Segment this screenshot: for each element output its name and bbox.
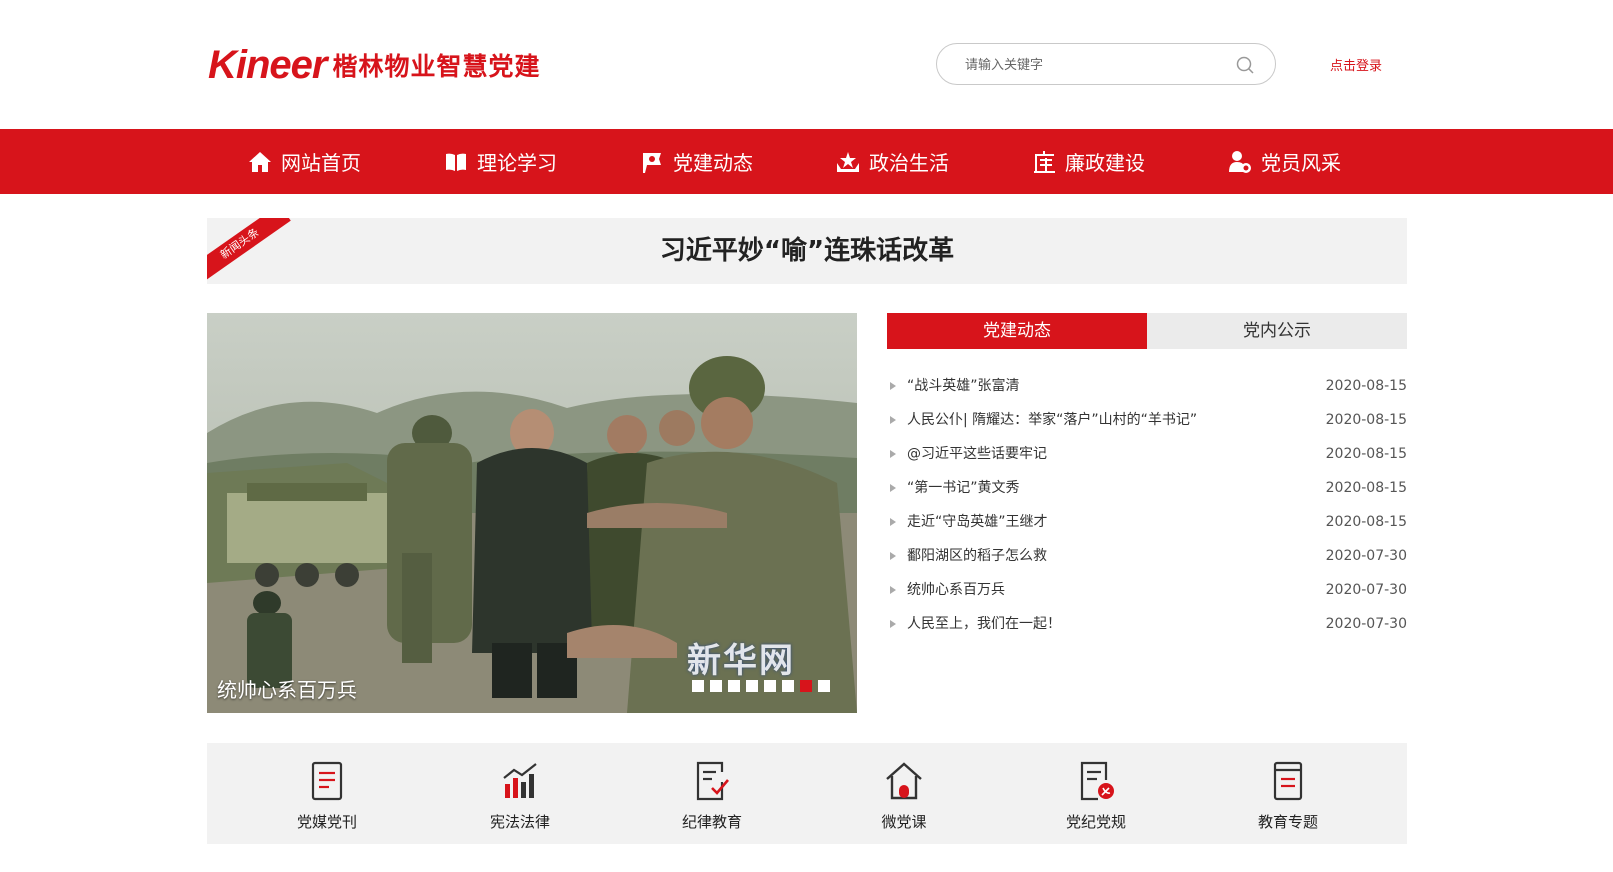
nav-item-label: 廉政建设	[1065, 151, 1145, 175]
headline-banner: 新闻头条 习近平妙“喻”连珠话改革	[207, 218, 1407, 284]
carousel-dot[interactable]	[746, 680, 758, 692]
carousel-dot[interactable]	[800, 680, 812, 692]
bullet-triangle-icon	[890, 416, 896, 424]
home-icon	[249, 151, 271, 172]
category-icon-bar: 党媒党刊 宪法法律 纪律教育 微党课 党纪党规 教育专题	[207, 743, 1407, 844]
carousel-dots	[692, 680, 830, 692]
house-icon	[886, 762, 922, 800]
news-title[interactable]: “战斗英雄”张富清	[907, 369, 1020, 403]
document-icon	[311, 761, 343, 801]
search-box	[936, 43, 1276, 85]
tab-party-notices[interactable]: 党内公示	[1147, 313, 1407, 349]
carousel-watermark: 新华网	[687, 641, 795, 681]
category-party-rules[interactable]: 党纪党规	[1036, 743, 1156, 844]
nav-item-label: 党员风采	[1261, 151, 1341, 175]
category-micro-party-class[interactable]: 微党课	[844, 743, 964, 844]
nav-item-theory[interactable]: 理论学习	[443, 129, 557, 194]
carousel-dot[interactable]	[818, 680, 830, 692]
headline-title[interactable]: 习近平妙“喻”连珠话改革	[207, 218, 1407, 284]
nav-item-label: 理论学习	[477, 151, 557, 175]
nav-item-party-news[interactable]: 党建动态	[639, 129, 753, 194]
nav-item-political-life[interactable]: 政治生活	[835, 129, 949, 194]
list-item[interactable]: 鄱阳湖区的稻子怎么救 2020-07-30	[887, 539, 1407, 573]
news-date: 2020-08-15	[1325, 514, 1407, 530]
category-label: 教育专题	[1257, 813, 1318, 831]
search-icon[interactable]	[1235, 55, 1255, 75]
category-education-topics[interactable]: 教育专题	[1228, 743, 1348, 844]
bullet-triangle-icon	[890, 586, 896, 594]
nav-item-members[interactable]: 党员风采	[1227, 129, 1341, 194]
news-title[interactable]: “第一书记”黄文秀	[907, 471, 1020, 505]
category-party-media[interactable]: 党媒党刊	[267, 743, 387, 844]
bullet-triangle-icon	[890, 518, 896, 526]
list-item[interactable]: @习近平这些话要牢记 2020-08-15	[887, 437, 1407, 471]
list-item[interactable]: “战斗英雄”张富清 2020-08-15	[887, 369, 1407, 403]
news-date: 2020-07-30	[1325, 616, 1407, 632]
site-header: Kineer 楷林物业智慧党建 点击登录	[0, 0, 1613, 129]
news-date: 2020-08-15	[1325, 412, 1407, 428]
news-title[interactable]: 人民公仆| 隋耀达：举家“落户”山村的“羊书记”	[907, 403, 1197, 437]
login-link[interactable]: 点击登录	[1330, 55, 1382, 74]
site-logo[interactable]: Kineer 楷林物业智慧党建	[208, 42, 541, 87]
bullet-triangle-icon	[890, 484, 896, 492]
list-item[interactable]: 走近“守岛英雄”王继才 2020-08-15	[887, 505, 1407, 539]
news-tabs: 党建动态 党内公示	[887, 313, 1407, 349]
carousel-dot[interactable]	[710, 680, 722, 692]
news-date: 2020-08-15	[1325, 446, 1407, 462]
news-date: 2020-07-30	[1325, 582, 1407, 598]
category-label: 党媒党刊	[296, 813, 357, 831]
nav-item-home[interactable]: 网站首页	[247, 129, 361, 194]
party-flag-icon	[643, 152, 661, 173]
category-discipline-education[interactable]: 纪律教育	[652, 743, 772, 844]
bar-chart-icon	[503, 763, 537, 798]
tab-party-news[interactable]: 党建动态	[887, 313, 1147, 349]
category-constitution-law[interactable]: 宪法法律	[460, 743, 580, 844]
list-item[interactable]: 人民公仆| 隋耀达：举家“落户”山村的“羊书记” 2020-08-15	[887, 403, 1407, 437]
nav-item-label: 政治生活	[869, 151, 949, 175]
carousel-dot[interactable]	[692, 680, 704, 692]
party-document-icon	[1080, 761, 1114, 801]
nav-item-label: 网站首页	[281, 151, 361, 175]
book-icon	[446, 153, 466, 171]
main-nav: 网站首页 理论学习 党建动态 政治生活 廉政建设 党员风采	[0, 129, 1613, 194]
list-item[interactable]: 统帅心系百万兵 2020-07-30	[887, 573, 1407, 607]
search-input[interactable]	[965, 54, 1215, 76]
news-date: 2020-08-15	[1325, 480, 1407, 496]
bullet-triangle-icon	[890, 620, 896, 628]
news-title[interactable]: @习近平这些话要牢记	[907, 437, 1047, 471]
carousel-dot[interactable]	[764, 680, 776, 692]
nav-item-integrity[interactable]: 廉政建设	[1031, 129, 1145, 194]
news-date: 2020-08-15	[1325, 378, 1407, 394]
list-item[interactable]: “第一书记”黄文秀 2020-08-15	[887, 471, 1407, 505]
carousel-dot[interactable]	[782, 680, 794, 692]
member-badge-icon	[1229, 150, 1251, 173]
news-date: 2020-07-30	[1325, 548, 1407, 564]
category-label: 党纪党规	[1065, 813, 1126, 831]
news-title[interactable]: 鄱阳湖区的稻子怎么救	[907, 539, 1047, 573]
news-title[interactable]: 走近“守岛英雄”王继才	[907, 505, 1048, 539]
logo-text: 楷林物业智慧党建	[332, 52, 541, 81]
lian-character-icon	[1034, 150, 1055, 173]
news-carousel[interactable]: 新华网 统帅心系百万兵	[207, 313, 857, 713]
category-label: 微党课	[881, 813, 927, 831]
notebook-icon	[1273, 761, 1303, 801]
checklist-icon	[696, 761, 729, 801]
bullet-triangle-icon	[890, 450, 896, 458]
nav-item-label: 党建动态	[673, 151, 753, 175]
star-hands-icon	[837, 151, 859, 172]
category-label: 纪律教育	[681, 813, 742, 831]
carousel-caption[interactable]: 统帅心系百万兵	[217, 674, 357, 703]
list-item[interactable]: 人民至上，我们在一起！ 2020-07-30	[887, 607, 1407, 641]
news-title[interactable]: 统帅心系百万兵	[907, 573, 1005, 607]
news-list: “战斗英雄”张富清 2020-08-15 人民公仆| 隋耀达：举家“落户”山村的“…	[887, 369, 1407, 641]
bullet-triangle-icon	[890, 552, 896, 560]
bullet-triangle-icon	[890, 382, 896, 390]
carousel-dot[interactable]	[728, 680, 740, 692]
logo-mark: Kineer	[208, 42, 327, 87]
news-title[interactable]: 人民至上，我们在一起！	[907, 607, 1061, 641]
category-label: 宪法法律	[489, 813, 550, 831]
